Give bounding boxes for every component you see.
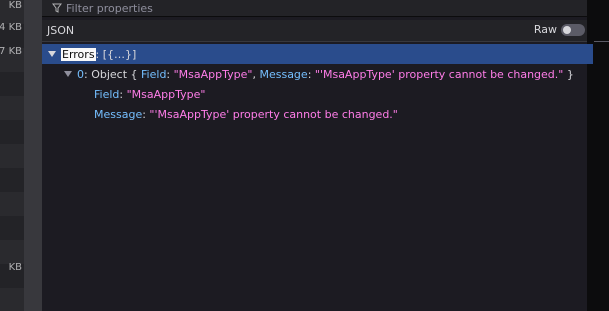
tree-brace-open: { <box>127 67 142 81</box>
devtools-json-viewer: KB 4 KB 7 KB KB JSON Raw Errors : <box>0 0 609 311</box>
json-section-header: JSON Raw <box>42 20 587 42</box>
json-tree: Errors : [{…}] 0 : Object { Field : "Msa… <box>42 42 593 311</box>
tree-preview-value: "MsaAppType" <box>173 67 253 81</box>
tree-preview-key: Message <box>259 67 308 81</box>
filter-icon <box>52 3 62 13</box>
tree-brace-close: } <box>563 67 574 81</box>
tree-key: Errors <box>61 47 96 61</box>
tree-colon: : <box>307 67 315 81</box>
tree-preview-key: Field <box>141 67 167 81</box>
right-strip-divider <box>594 41 609 52</box>
tree-type: Object <box>91 67 128 81</box>
tree-colon: : <box>95 47 103 61</box>
tree-key: 0 <box>77 67 84 81</box>
tree-colon: : <box>84 67 92 81</box>
size-cell: KB <box>8 262 22 273</box>
tree-key: Field <box>94 87 120 101</box>
tree-row-item0[interactable]: 0 : Object { Field : "MsaAppType" , Mess… <box>42 64 609 84</box>
tree-colon: : <box>166 67 174 81</box>
expand-triangle-icon[interactable] <box>48 51 56 57</box>
tree-row-field[interactable]: Field : "MsaAppType" <box>42 84 609 104</box>
size-cell: KB <box>8 0 22 11</box>
tree-comma: , <box>252 67 260 81</box>
filter-properties-input[interactable] <box>66 1 366 15</box>
tree-key: Message <box>94 107 143 121</box>
filter-bar <box>42 0 587 17</box>
json-section-title: JSON <box>47 24 75 37</box>
tree-colon: : <box>142 107 150 121</box>
size-cell: 4 KB <box>0 22 22 33</box>
expand-triangle-icon[interactable] <box>64 71 72 77</box>
raw-label: Raw <box>533 23 557 36</box>
tree-value: "MsaAppType" <box>126 87 206 101</box>
tree-value: "'MsaAppType' property cannot be changed… <box>149 107 398 121</box>
raw-toggle[interactable] <box>561 23 585 36</box>
tree-preview-value: "'MsaAppType' property cannot be changed… <box>314 67 564 81</box>
request-sizes: KB 4 KB 7 KB KB <box>0 0 24 311</box>
tree-row-errors[interactable]: Errors : [{…}] <box>42 44 593 64</box>
tree-row-message[interactable]: Message : "'MsaAppType' property cannot … <box>42 104 609 124</box>
size-cell: 7 KB <box>0 46 22 57</box>
tree-colon: : <box>119 87 127 101</box>
tree-summary: [{…}] <box>102 47 137 61</box>
raw-toggle-wrap[interactable]: Raw <box>534 23 585 36</box>
raw-toggle-knob <box>563 25 571 34</box>
panel-splitter[interactable] <box>24 0 42 311</box>
